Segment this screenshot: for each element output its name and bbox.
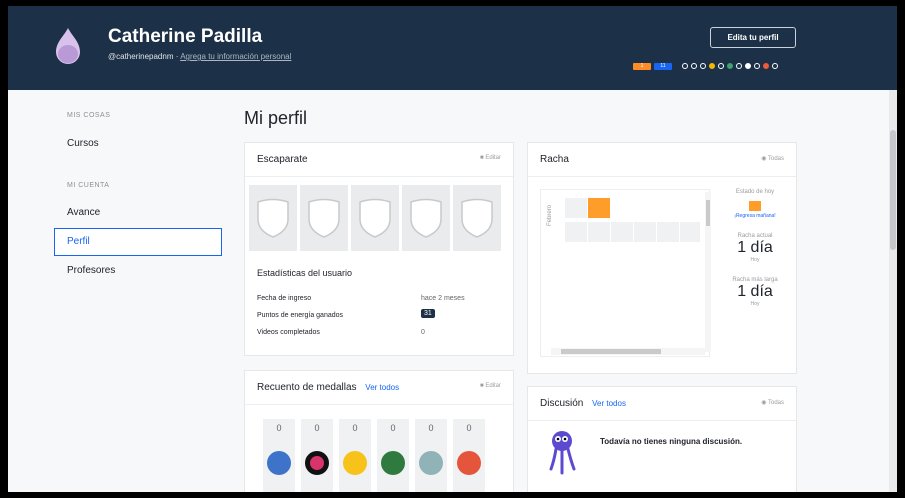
- badge-dot: [709, 63, 715, 69]
- discussion-empty-text: Todavía no tienes ninguna discusión.: [600, 437, 743, 446]
- medal-column[interactable]: 0: [301, 419, 333, 492]
- stat-row: Fecha de ingreso hace 2 meses: [257, 295, 465, 302]
- medal-column[interactable]: 0: [415, 419, 447, 492]
- sidebar-item-cursos[interactable]: Cursos: [54, 130, 222, 158]
- add-info-link[interactable]: Agrega tu información personal: [180, 52, 291, 61]
- streak-day-active[interactable]: [588, 198, 610, 218]
- badge-dot: [718, 63, 724, 69]
- challenge-patch-icon: [457, 451, 481, 475]
- badges-count-card: Recuento de medallas Ver todos ■ Editar …: [244, 370, 514, 492]
- medal-column[interactable]: 0: [339, 419, 371, 492]
- shield-icon[interactable]: [453, 185, 501, 251]
- sidebar-item-avance[interactable]: Avance: [54, 199, 222, 227]
- badge-count-pill: 11: [654, 62, 672, 70]
- stat-row: Videos completados 0: [257, 329, 425, 336]
- shield-icon[interactable]: [300, 185, 348, 251]
- medal-column[interactable]: 0: [453, 419, 485, 492]
- showcase-title: Escaparate: [257, 154, 308, 165]
- profile-subline: @catherinepadnm · Agrega tu información …: [108, 52, 292, 61]
- sidebar-heading-mi-cuenta: MI CUENTA: [67, 182, 110, 189]
- profile-header: Catherine Padilla @catherinepadnm · Agre…: [8, 6, 897, 90]
- user-stats-title: Estadísticas del usuario: [257, 268, 353, 278]
- badge-dot: [745, 63, 751, 69]
- streak-card: Racha ◉ Todas Febrero Estado de hoy ¡Reg…: [527, 142, 797, 374]
- discussion-header: Discusión Ver todos ◉ Todas: [528, 387, 796, 421]
- badges-count-header: Recuento de medallas Ver todos ■ Editar: [245, 371, 513, 405]
- streak-title: Racha: [540, 154, 569, 165]
- black-hole-badge-icon: [419, 451, 443, 475]
- badges-count-title: Recuento de medallas: [257, 382, 357, 393]
- earth-badge-icon: [381, 451, 405, 475]
- shield-icon[interactable]: [351, 185, 399, 251]
- page-scrollbar[interactable]: [889, 90, 897, 492]
- badge-dot: [700, 63, 706, 69]
- badge-dot: [754, 63, 760, 69]
- energy-points-badge: 31: [421, 309, 435, 318]
- sidebar-item-profesores[interactable]: Profesores: [54, 257, 222, 285]
- streak-filter[interactable]: ◉ Todas: [761, 155, 784, 162]
- discussion-title: Discusión: [540, 398, 584, 409]
- badge-slots: [249, 185, 501, 251]
- badge-dot: [682, 63, 688, 69]
- discussion-card: Discusión Ver todos ◉ Todas Todavía no t…: [527, 386, 797, 492]
- badge-dot: [772, 63, 778, 69]
- mascot-icon: [549, 431, 576, 475]
- today-status-icon: [749, 201, 761, 211]
- discussion-filter[interactable]: ◉ Todas: [761, 399, 784, 406]
- calendar-vertical-scrollbar[interactable]: [705, 192, 711, 352]
- showcase-header: Escaparate ■ Editar: [245, 143, 513, 177]
- page-title: Mi perfil: [244, 108, 308, 128]
- moon-badge-icon: [305, 451, 329, 475]
- profile-name: Catherine Padilla: [108, 26, 263, 47]
- calendar-horizontal-scrollbar[interactable]: [551, 348, 705, 355]
- medal-column[interactable]: 0: [377, 419, 409, 492]
- come-back-link[interactable]: ¡Regresa mañana!: [712, 213, 798, 219]
- streak-calendar: Febrero: [540, 189, 711, 357]
- badge-dot: [763, 63, 769, 69]
- current-streak-value: 1 día: [737, 239, 773, 256]
- stat-row: Puntos de energía ganados 31: [257, 309, 487, 319]
- streak-summary: Estado de hoy ¡Regresa mañana! Racha act…: [712, 189, 798, 307]
- badges-see-all-link[interactable]: Ver todos: [365, 383, 399, 392]
- month-label: Febrero: [547, 204, 553, 226]
- shield-icon[interactable]: [249, 185, 297, 251]
- streak-header: Racha ◉ Todas: [528, 143, 796, 177]
- meteorite-badge-icon: [267, 451, 291, 475]
- today-status-label: Estado de hoy: [735, 189, 775, 195]
- shield-icon[interactable]: [402, 185, 450, 251]
- app-window: Catherine Padilla @catherinepadnm · Agre…: [8, 6, 897, 492]
- badges-edit-link[interactable]: ■ Editar: [480, 383, 501, 389]
- discussion-see-all-link[interactable]: Ver todos: [592, 399, 626, 408]
- energy-pill: 1: [633, 62, 651, 70]
- sidebar-item-perfil[interactable]: Perfil: [54, 228, 222, 256]
- longest-streak-value: 1 día: [737, 283, 773, 300]
- sidebar-heading-mis-cosas: MIS COSAS: [67, 112, 111, 119]
- sun-badge-icon: [343, 451, 367, 475]
- badge-dot: [727, 63, 733, 69]
- badge-dot: [691, 63, 697, 69]
- badge-dot: [736, 63, 742, 69]
- edit-profile-button[interactable]: Edita tu perfil: [710, 27, 796, 48]
- username: @catherinepadnm: [108, 52, 174, 61]
- showcase-card: Escaparate ■ Editar Estadísticas del usu…: [244, 142, 514, 356]
- badge-summary: 1 11: [633, 61, 778, 71]
- showcase-edit-link[interactable]: ■ Editar: [480, 155, 501, 161]
- avatar-icon[interactable]: [50, 26, 86, 66]
- medal-column[interactable]: 0: [263, 419, 295, 492]
